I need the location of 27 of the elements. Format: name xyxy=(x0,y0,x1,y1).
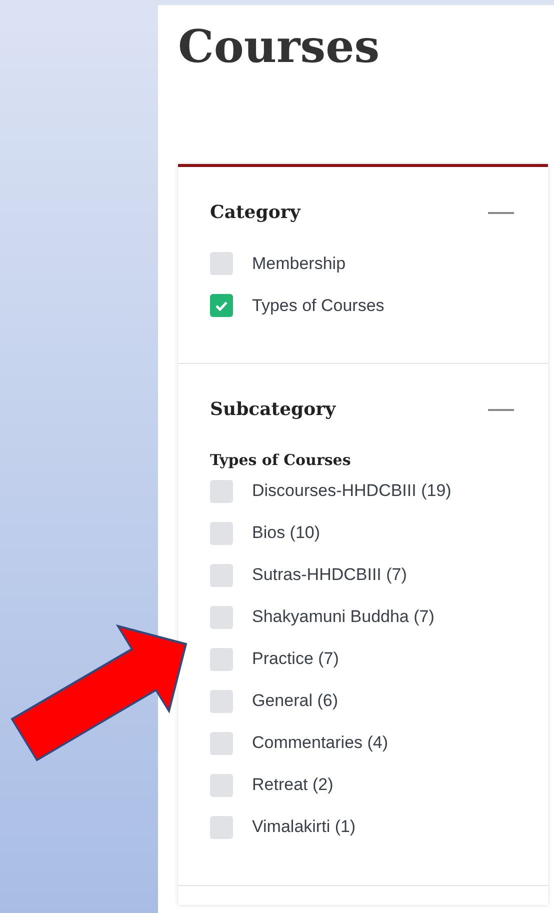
checkbox-label[interactable]: Practice (7) xyxy=(252,646,339,672)
checkbox-label[interactable]: Bios (10) xyxy=(252,520,320,546)
page-title: Courses xyxy=(178,24,380,69)
checkbox[interactable] xyxy=(210,522,233,544)
checkbox[interactable] xyxy=(210,252,233,275)
checkbox[interactable] xyxy=(210,606,233,628)
filter-heading: Subcategory xyxy=(210,398,336,422)
checkbox-label[interactable]: Vimalakirti (1) xyxy=(252,814,356,840)
checkbox-label[interactable]: Retreat (2) xyxy=(252,772,334,798)
checkbox[interactable] xyxy=(210,648,233,670)
checkbox[interactable] xyxy=(210,564,233,586)
checkbox-label[interactable]: Shakyamuni Buddha (7) xyxy=(252,604,434,630)
checkbox-label[interactable]: Discourses-HHDCBIII (19) xyxy=(252,478,452,504)
checkbox-label[interactable]: Commentaries (4) xyxy=(252,730,388,756)
group-label: Types of Courses xyxy=(210,450,352,471)
checkbox-label[interactable]: General (6) xyxy=(252,688,338,714)
checkbox[interactable] xyxy=(210,690,233,712)
checkbox-label[interactable]: Membership xyxy=(252,250,346,276)
checkbox[interactable] xyxy=(210,294,233,317)
filter-heading: Category xyxy=(210,201,300,225)
checkbox[interactable] xyxy=(210,480,233,502)
checkbox[interactable] xyxy=(210,774,233,796)
checkbox-label[interactable]: Sutras-HHDCBIII (7) xyxy=(252,562,407,588)
checkbox[interactable] xyxy=(210,816,233,838)
checkmark-icon xyxy=(215,300,228,310)
checkbox[interactable] xyxy=(210,732,233,754)
checkbox-label[interactable]: Types of Courses xyxy=(252,292,384,318)
